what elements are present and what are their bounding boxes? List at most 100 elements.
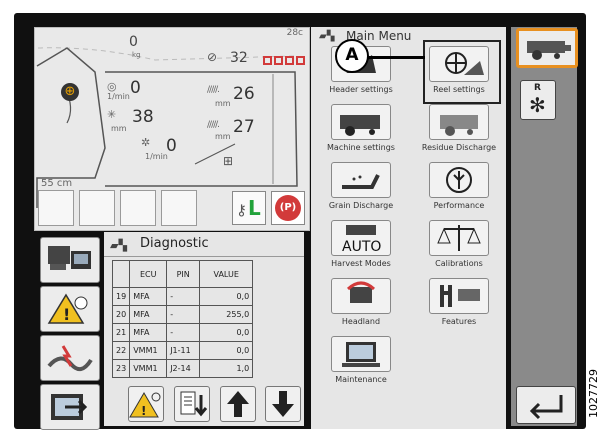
svg-text:1027729: 1027729 bbox=[587, 369, 600, 418]
residue-icon bbox=[429, 104, 489, 140]
main-menu-icon: ▰▚ bbox=[319, 31, 335, 42]
figure-number: 1027729 bbox=[587, 369, 600, 418]
diagnostic-title: Diagnostic bbox=[140, 236, 209, 251]
auto-label: AUTO bbox=[342, 239, 381, 255]
menu-item-label: Harvest Modes bbox=[331, 259, 391, 268]
menu-item-calibrations[interactable]: Calibrations bbox=[414, 217, 504, 273]
r-label: R bbox=[534, 83, 541, 93]
menu-item-maintenance[interactable]: Maintenance bbox=[316, 333, 406, 389]
concave-unit: mm bbox=[111, 124, 127, 133]
callout-label: A bbox=[335, 39, 369, 73]
scale-icon bbox=[429, 220, 489, 256]
concave-value: 38 bbox=[132, 107, 154, 127]
performance-icon bbox=[429, 162, 489, 198]
warnings-button[interactable]: ! bbox=[40, 286, 100, 332]
menu-item-headland[interactable]: Headland bbox=[316, 275, 406, 331]
ground-speed-unit: kg bbox=[132, 51, 141, 59]
harvest-modes-icon: AUTO bbox=[331, 220, 391, 256]
display-screen-button[interactable] bbox=[40, 237, 100, 283]
row-number: 21 bbox=[111, 323, 131, 342]
svg-text:!: ! bbox=[63, 305, 70, 324]
back-arrow-icon bbox=[529, 395, 563, 420]
scroll-up-button[interactable] bbox=[220, 386, 256, 422]
menu-item-residue-discharge[interactable]: Residue Discharge bbox=[414, 101, 504, 157]
fan-icon: ✲ bbox=[141, 136, 151, 149]
menu-item-label: Residue Discharge bbox=[421, 143, 497, 152]
ground-speed-value: 0 bbox=[129, 34, 138, 50]
pin-cell: - bbox=[166, 323, 201, 342]
value-cell: 0,0 bbox=[199, 287, 254, 306]
upper-sieve-value: 26 bbox=[233, 84, 255, 104]
svg-text:!: ! bbox=[141, 404, 146, 418]
combine-icon bbox=[527, 41, 571, 60]
shortcut-slot[interactable] bbox=[38, 190, 74, 226]
reverser-fan-button[interactable]: R ✻ bbox=[520, 80, 556, 120]
lock-l-icon: L bbox=[248, 196, 261, 220]
menu-item-harvest-modes[interactable]: AUTO Harvest Modes bbox=[316, 217, 406, 273]
features-icon bbox=[429, 278, 489, 314]
value-cell: 255,0 bbox=[199, 305, 254, 324]
rotor-speed-value: 0 bbox=[130, 78, 141, 98]
shortcut-slot[interactable] bbox=[79, 190, 115, 226]
exit-icon bbox=[51, 394, 88, 420]
table-row[interactable]: 21 MFA - 0,0 bbox=[111, 323, 254, 342]
export-list-button[interactable] bbox=[174, 386, 210, 422]
column-header: ECU bbox=[129, 260, 168, 288]
grain-tank-level-indicator bbox=[263, 56, 305, 65]
shortcut-slot[interactable] bbox=[120, 190, 156, 226]
arrow-down-icon bbox=[272, 391, 294, 417]
menu-item-label: Performance bbox=[433, 201, 485, 210]
menu-item-features[interactable]: Features bbox=[414, 275, 504, 331]
table-row[interactable]: 20 MFA - 255,0 bbox=[111, 305, 254, 324]
cut-height-value: 55 bbox=[41, 178, 54, 189]
wiring-fault-icon bbox=[47, 345, 93, 372]
menu-item-label: Maintenance bbox=[335, 375, 387, 384]
lower-sieve-value: 27 bbox=[233, 117, 255, 137]
parking-brake-icon: (P) bbox=[275, 195, 301, 221]
machine-status-panel: 28c ⊕ 0 kg ⊘ 32 ◎ 0 1/min ✳ 38 mm ✲ 0 1/… bbox=[34, 27, 310, 231]
header-lock-button[interactable]: ⚷ L bbox=[232, 191, 266, 225]
table-row[interactable]: 19 MFA - 0,0 bbox=[111, 287, 254, 306]
upper-sieve-unit: mm bbox=[215, 99, 231, 108]
row-number: 22 bbox=[111, 341, 131, 360]
concave-icon: ✳ bbox=[107, 108, 117, 121]
combine-monitor-icon bbox=[48, 246, 91, 270]
menu-item-label: Grain Discharge bbox=[328, 201, 394, 210]
menu-item-label: Header settings bbox=[329, 85, 393, 94]
faults-button[interactable] bbox=[40, 335, 100, 381]
lower-sieve-icon: /////. bbox=[207, 120, 220, 130]
menu-item-machine-settings[interactable]: Machine settings bbox=[316, 101, 406, 157]
menu-item-performance[interactable]: Performance bbox=[414, 159, 504, 215]
back-button[interactable] bbox=[516, 386, 576, 424]
menu-item-grain-discharge[interactable]: Grain Discharge bbox=[316, 159, 406, 215]
menu-item-label: Machine settings bbox=[327, 143, 395, 152]
callout-leader-line bbox=[365, 56, 425, 59]
warning-power-button[interactable]: ! bbox=[128, 386, 164, 422]
upper-sieve-icon: /////. bbox=[207, 85, 220, 95]
ecu-cell: VMM1 bbox=[129, 341, 168, 360]
arrow-up-icon bbox=[227, 391, 249, 417]
ecu-cell: VMM1 bbox=[129, 359, 168, 378]
fuel-icon: ⊘ bbox=[207, 50, 218, 64]
grain-discharge-icon bbox=[331, 162, 391, 198]
combine-home-button[interactable] bbox=[516, 28, 578, 68]
menu-item-label: Headland bbox=[341, 317, 381, 326]
scroll-down-button[interactable] bbox=[265, 386, 301, 422]
column-header: PIN bbox=[166, 260, 201, 288]
table-row[interactable]: 23 VMM1 J2-14 1,0 bbox=[111, 359, 254, 378]
menu-item-label: Features bbox=[441, 317, 477, 326]
combine-icon bbox=[331, 104, 391, 140]
ecu-cell: MFA bbox=[129, 287, 168, 306]
exit-button[interactable] bbox=[40, 384, 100, 430]
parking-brake-button[interactable]: (P) bbox=[271, 191, 305, 225]
lower-sieve-unit: mm bbox=[215, 132, 231, 141]
menu-item-label: Calibrations bbox=[435, 259, 483, 268]
rotor-speed-unit: 1/min bbox=[107, 92, 130, 101]
shortcut-slot[interactable] bbox=[161, 190, 197, 226]
callout-highlight-box bbox=[423, 40, 501, 104]
table-row[interactable]: 22 VMM1 J1-11 0,0 bbox=[111, 341, 254, 360]
divider bbox=[104, 256, 304, 257]
drive-wheel-icon: ⊞ bbox=[223, 154, 234, 168]
steering-icon: ⊕ bbox=[61, 83, 79, 101]
warning-power-icon: ! bbox=[129, 392, 161, 418]
